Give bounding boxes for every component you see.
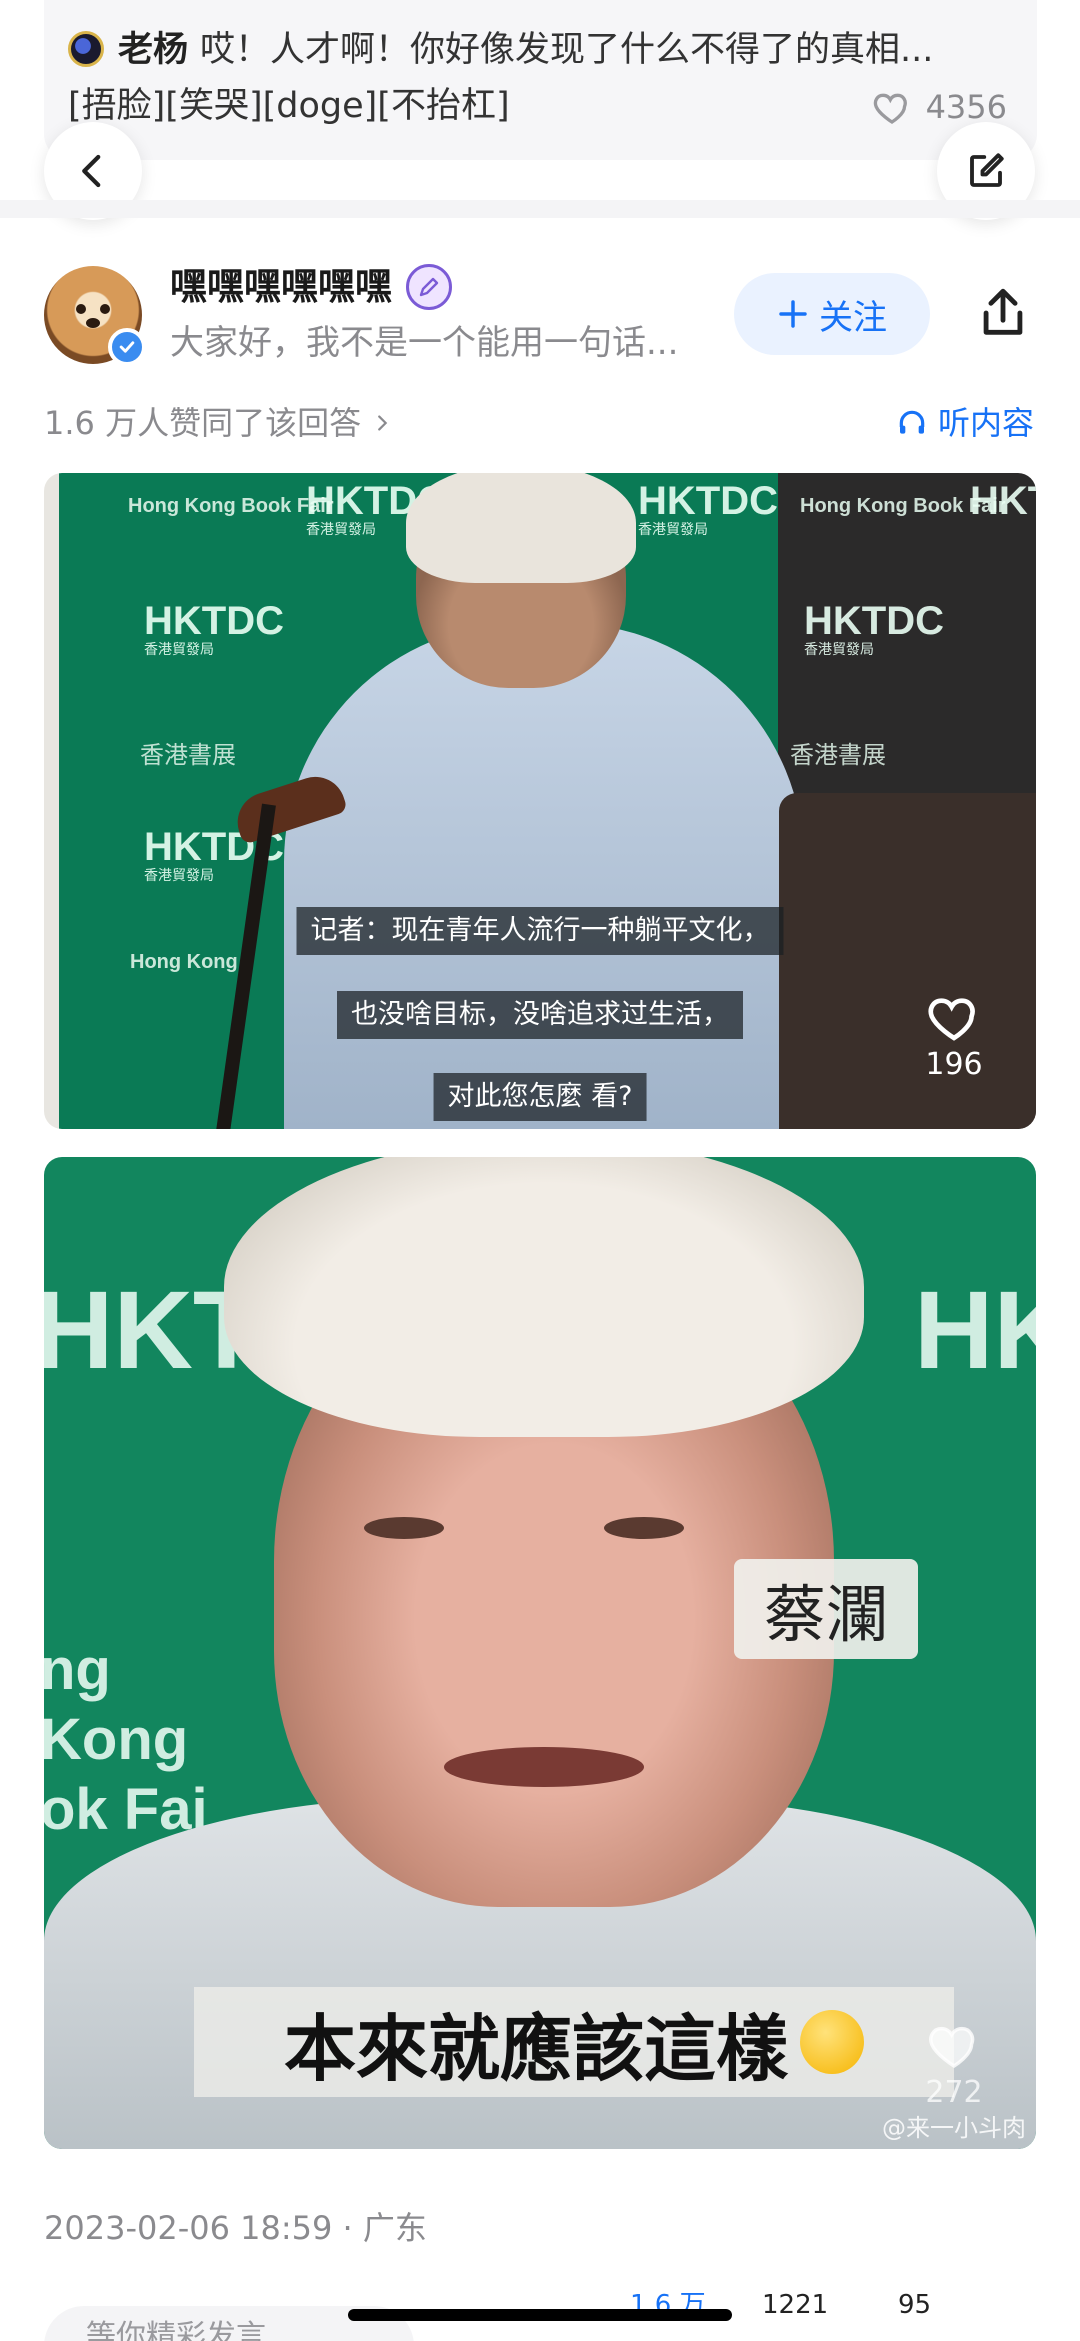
comment-body: 哎！人才啊！你好像发现了什么不得了的真相...[捂脸][笑哭][doge][不抬… — [68, 30, 934, 126]
pinned-comment[interactable]: 老杨 哎！人才啊！你好像发现了什么不得了的真相...[捂脸][笑哭][doge][… — [44, 0, 1037, 160]
post-meta: 2023-02-06 18:59 · 广东 — [44, 2209, 427, 2247]
subtitle-line: 也没啥目标，没啥追求过生活， — [337, 991, 743, 1039]
chevron-left-icon — [82, 154, 101, 188]
hktdc-logo: HKTDC — [970, 481, 1036, 521]
hong-kong-label: Hong Kong — [130, 951, 238, 973]
video-player-2[interactable]: HKTDC HKTDC ng Kong ok Fai 蔡瀾 本來就應該這樣 27… — [44, 1157, 1036, 2149]
hktdc-logo-text: HKTDC — [144, 599, 284, 643]
subtitle-line: 记者：现在青年人流行一种躺平文化， — [296, 907, 784, 955]
video-like-button[interactable]: 272 — [924, 2017, 984, 2110]
subtitle-line: 对此您怎麼 看? — [433, 1073, 647, 1121]
book-fair-label: Hong Kong Book Fair — [128, 495, 334, 517]
hktdc-logo-sub: 香港貿發局 — [804, 641, 874, 657]
book-fair-side-text: ng Kong ok Fai — [44, 1637, 208, 1842]
likes-summary-link[interactable]: 1.6 万人赞同了该回答 — [44, 398, 393, 448]
chevron-right-icon — [378, 415, 388, 431]
commenter-avatar — [68, 31, 104, 67]
speaker-mouth — [444, 1747, 644, 1787]
speaker-eye — [604, 1517, 684, 1539]
rofl-emoji-icon — [800, 2010, 864, 2074]
hktdc-logo: HKTDC 香港貿發局 — [804, 601, 944, 657]
verified-badge-icon — [108, 328, 146, 366]
speaker-figure — [284, 623, 804, 1129]
creator-pen-icon — [406, 264, 452, 310]
author-bio: 大家好，我不是一个能用一句话... — [170, 323, 679, 363]
speaker-hair — [224, 1157, 864, 1437]
author-name-row[interactable]: 嘿嘿嘿嘿嘿嘿 — [170, 262, 452, 312]
follow-label: 关注 — [819, 297, 887, 338]
edit-icon — [970, 153, 1004, 187]
hktdc-logo: HKTDC 香港貿發局 — [638, 481, 778, 537]
author-avatar[interactable] — [44, 266, 146, 366]
avatar-eye — [76, 304, 86, 314]
comment-count[interactable]: 95 — [898, 2290, 931, 2320]
comment-like-count: 4356 — [925, 88, 1007, 126]
listen-label: 听内容 — [937, 404, 1034, 442]
plus-icon — [779, 300, 807, 328]
share-icon[interactable] — [974, 284, 1032, 342]
hktdc-logo-sub: 香港貿發局 — [638, 521, 708, 537]
watermark: @来一小斗肉 — [882, 2114, 1026, 2142]
hktdc-logo-text: HKTDC — [970, 479, 1036, 523]
headphones-icon — [899, 410, 925, 434]
author-name: 嘿嘿嘿嘿嘿嘿 — [170, 265, 392, 308]
hktdc-logo-text: HKTDC — [638, 479, 778, 523]
likes-summary-text: 1.6 万人赞同了该回答 — [44, 404, 362, 442]
hktdc-logo: HKTDC 香港貿發局 — [144, 601, 284, 657]
book-fair-cn-label: 香港書展 — [790, 741, 886, 769]
book-fair-cn-label: 香港書展 — [140, 741, 236, 769]
commenter-name: 老杨 — [118, 30, 189, 70]
chair — [779, 793, 1036, 1129]
answer-page: 老杨 哎！人才啊！你好像发现了什么不得了的真相...[捂脸][笑哭][doge][… — [0, 0, 1080, 2341]
video-player-1[interactable]: Hong Kong Book Fair HKTDC 香港貿發局 HKTDC 香港貿發… — [44, 473, 1036, 1129]
heart-icon — [928, 998, 975, 1041]
follow-button[interactable]: 关注 — [734, 273, 930, 355]
hktdc-logo-sub: 香港貿發局 — [144, 641, 214, 657]
avatar-nose — [86, 318, 100, 328]
speaker-hair — [406, 473, 636, 583]
speaker-eye — [364, 1517, 444, 1539]
home-indicator — [348, 2309, 732, 2321]
heart-icon — [873, 93, 907, 124]
hktdc-logo-text: HKTDC — [804, 599, 944, 643]
speaker-name-tag: 蔡瀾 — [734, 1559, 918, 1659]
video-like-button[interactable]: 196 — [924, 989, 984, 1082]
section-divider — [0, 200, 1080, 218]
listen-button[interactable]: 听内容 — [896, 398, 1034, 448]
pinned-comment-text: 老杨 哎！人才啊！你好像发现了什么不得了的真相...[捂脸][笑哭][doge][… — [68, 22, 968, 134]
video-like-count: 272 — [925, 2075, 983, 2110]
video-caption: 本來就應該這樣 — [194, 1987, 954, 2097]
avatar-eye — [100, 304, 110, 314]
heart-icon — [929, 2026, 975, 2069]
video-like-count: 196 — [925, 1047, 983, 1082]
collect-count[interactable]: 1221 — [762, 2290, 828, 2320]
hktdc-logo: HKTDC — [914, 1269, 1036, 1392]
video-caption-text: 本來就應該這樣 — [283, 2006, 788, 2091]
